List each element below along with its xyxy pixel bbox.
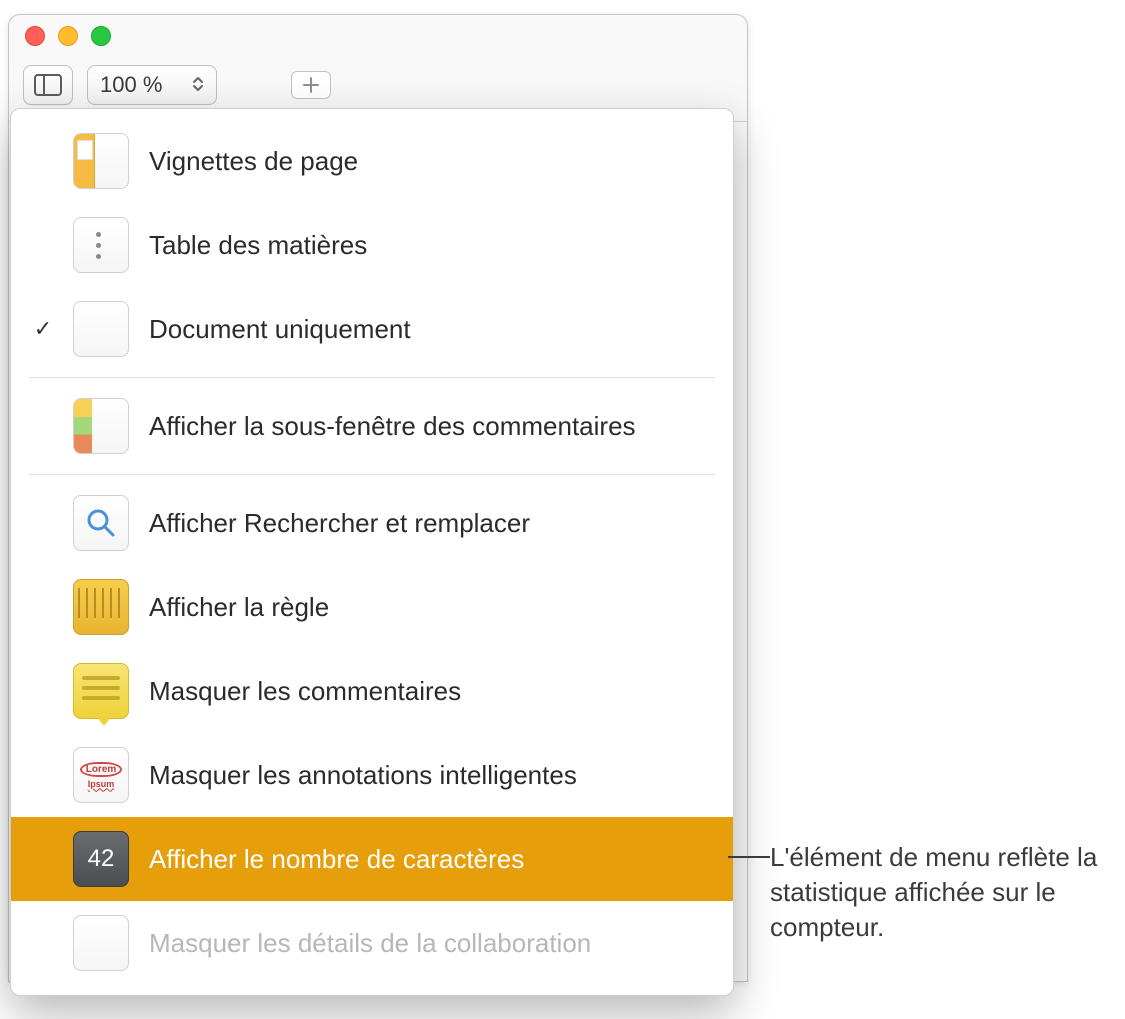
ruler-icon — [73, 579, 129, 635]
menu-item-hide-comments[interactable]: Masquer les commentaires — [11, 649, 733, 733]
sidebar-panel-icon — [34, 74, 62, 96]
menu-item-label: Afficher Rechercher et remplacer — [149, 508, 530, 539]
note-icon — [73, 663, 129, 719]
chevron-updown-icon — [192, 75, 204, 96]
menu-item-document-only[interactable]: ✓ Document uniquement — [11, 287, 733, 371]
menu-separator — [29, 474, 715, 475]
menu-item-show-character-count[interactable]: 42 Afficher le nombre de caractères — [11, 817, 733, 901]
window-minimize-button[interactable] — [58, 26, 78, 46]
menu-item-label: Vignettes de page — [149, 146, 358, 177]
menu-item-page-thumbnails[interactable]: Vignettes de page — [11, 119, 733, 203]
search-icon — [73, 495, 129, 551]
titlebar — [9, 15, 747, 57]
menu-item-hide-smart-annotations[interactable]: LoremIpsum Masquer les annotations intel… — [11, 733, 733, 817]
menu-separator — [29, 377, 715, 378]
callout-leader-line — [728, 856, 770, 858]
checkmark-icon: ✓ — [33, 316, 53, 342]
plus-icon — [302, 76, 320, 94]
page-thumbnails-icon — [73, 133, 129, 189]
add-page-button[interactable] — [291, 71, 331, 99]
window-close-button[interactable] — [25, 26, 45, 46]
menu-item-label: Masquer les annotations intelligentes — [149, 760, 577, 791]
menu-item-label: Afficher le nombre de caractères — [149, 844, 524, 875]
menu-item-toc[interactable]: Table des matières — [11, 203, 733, 287]
window-fullscreen-button[interactable] — [91, 26, 111, 46]
menu-item-label: Afficher la sous-fenêtre des commentaire… — [149, 411, 636, 442]
menu-item-label: Masquer les détails de la collaboration — [149, 928, 591, 959]
menu-item-label: Masquer les commentaires — [149, 676, 461, 707]
smart-annotations-icon: LoremIpsum — [73, 747, 129, 803]
comments-pane-icon — [73, 398, 129, 454]
toc-icon — [73, 217, 129, 273]
word-count-icon: 42 — [73, 831, 129, 887]
zoom-select[interactable]: 100 % — [87, 65, 217, 105]
document-only-icon — [73, 301, 129, 357]
collaboration-details-icon — [73, 915, 129, 971]
menu-item-label: Afficher la règle — [149, 592, 329, 623]
view-menu-button[interactable] — [23, 65, 73, 105]
menu-item-show-ruler[interactable]: Afficher la règle — [11, 565, 733, 649]
menu-item-hide-collaboration-details: Masquer les détails de la collaboration — [11, 901, 733, 985]
menu-item-find-replace[interactable]: Afficher Rechercher et remplacer — [11, 481, 733, 565]
zoom-value: 100 % — [100, 72, 162, 98]
view-dropdown-menu: Vignettes de page Table des matières ✓ D… — [10, 108, 734, 996]
menu-item-label: Document uniquement — [149, 314, 411, 345]
menu-item-comments-pane[interactable]: Afficher la sous-fenêtre des commentaire… — [11, 384, 733, 468]
callout-text: L'élément de menu reflète la statistique… — [770, 840, 1110, 945]
menu-item-label: Table des matières — [149, 230, 367, 261]
